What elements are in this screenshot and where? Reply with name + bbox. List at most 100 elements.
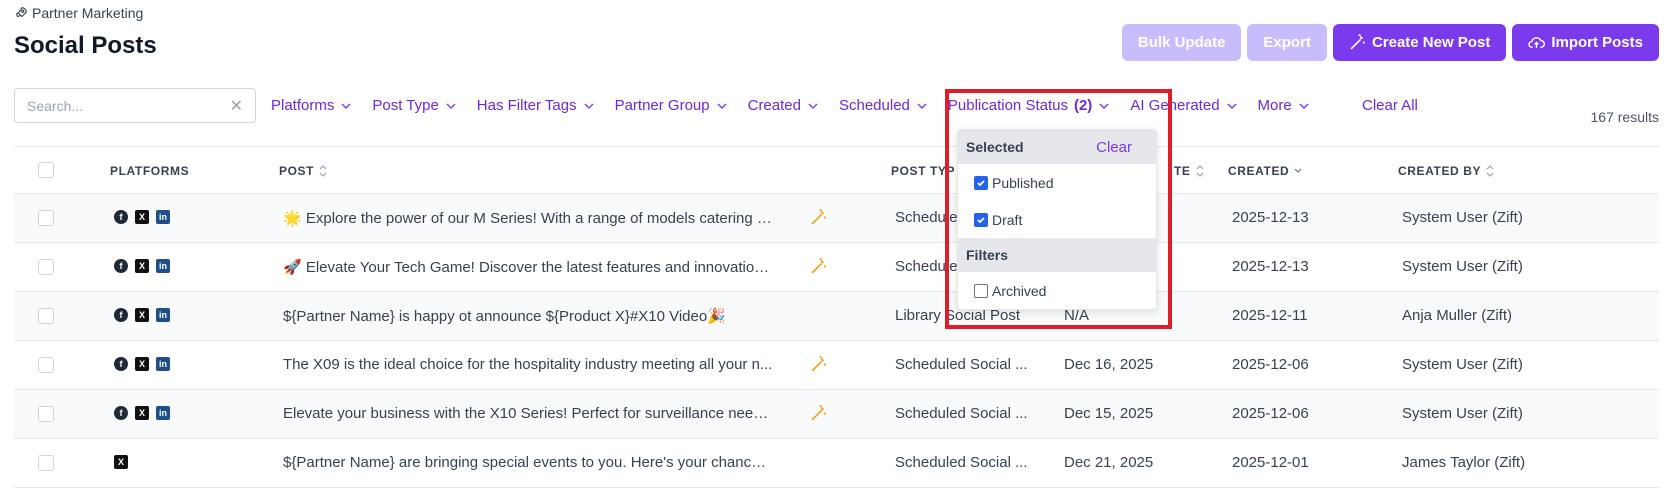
- column-header-platforms: PLATFORMS: [110, 164, 189, 178]
- ai-generated-icon: [811, 258, 826, 274]
- post-text[interactable]: 🚀 Elevate Your Tech Game! Discover the l…: [283, 258, 773, 276]
- table-row[interactable]: f Xin ${Partner Name} is happy ot announce…: [14, 292, 1659, 341]
- post-type: Scheduled Social ...: [895, 356, 1028, 373]
- platform-icons: X: [114, 455, 128, 469]
- filter-created[interactable]: Created: [748, 97, 819, 114]
- facebook-icon: f: [114, 406, 128, 420]
- action-bar: Bulk Update Export Create New Post Impor…: [1121, 24, 1659, 61]
- search-input[interactable]: [27, 97, 230, 114]
- create-new-post-button[interactable]: Create New Post: [1332, 24, 1507, 61]
- search-box: ✕: [14, 88, 256, 123]
- platform-icons: f Xin: [114, 259, 170, 273]
- created-date: 2025-12-13: [1232, 209, 1309, 226]
- table-row[interactable]: f Xin The X09 is the ideal choice for the …: [14, 341, 1659, 390]
- facebook-icon: f: [114, 259, 128, 273]
- platform-icons: f Xin: [114, 406, 170, 420]
- row-checkbox[interactable]: [38, 455, 54, 471]
- chevron-down-icon: [717, 103, 727, 109]
- created-by: System User (Zift): [1402, 356, 1523, 373]
- created-date: 2025-12-06: [1232, 405, 1309, 422]
- post-type: Scheduled Social ...: [895, 454, 1028, 471]
- row-checkbox[interactable]: [38, 308, 54, 324]
- filter-post-type[interactable]: Post Type: [372, 97, 456, 114]
- clear-all-filters-link[interactable]: Clear All: [1362, 97, 1418, 114]
- ai-generated-icon: [811, 209, 826, 225]
- column-header-created[interactable]: CREATED: [1228, 164, 1303, 178]
- chevron-down-icon: [1294, 168, 1302, 173]
- cloud-upload-icon: [1528, 37, 1546, 49]
- created-date: 2025-12-01: [1232, 454, 1309, 471]
- x-twitter-icon: X: [135, 259, 149, 273]
- scheduled-date: Dec 21, 2025: [1064, 454, 1154, 471]
- table-header: PLATFORMS POST POST TYP TE CREATED CREAT…: [14, 146, 1659, 194]
- post-type: Scheduled Social ...: [895, 405, 1028, 422]
- filter-partner-group[interactable]: Partner Group: [615, 97, 728, 114]
- filter-label: More: [1257, 97, 1292, 114]
- row-checkbox[interactable]: [38, 210, 54, 226]
- clear-search-icon[interactable]: ✕: [230, 96, 243, 116]
- facebook-icon: f: [114, 308, 128, 322]
- linkedin-icon: in: [156, 259, 170, 273]
- table-body: f Xin 🌟 Explore the power of our M Series!…: [14, 194, 1659, 488]
- row-checkbox[interactable]: [38, 406, 54, 422]
- chevron-down-icon: [341, 103, 351, 109]
- column-header-created-by[interactable]: CREATED BY: [1398, 164, 1495, 178]
- select-all-checkbox[interactable]: [38, 162, 54, 178]
- created-date: 2025-12-11: [1232, 307, 1308, 324]
- column-header-scheduled-date[interactable]: TE: [1174, 164, 1205, 178]
- filter-label: Created: [747, 97, 801, 114]
- column-header-post[interactable]: POST: [279, 164, 328, 178]
- filter-label: Post Type: [372, 97, 439, 114]
- chevron-down-icon: [1227, 103, 1237, 109]
- scheduled-date: Dec 15, 2025: [1064, 405, 1154, 422]
- sort-icon: [1196, 165, 1203, 177]
- platform-icons: f Xin: [114, 357, 170, 371]
- table-row[interactable]: f Xin 🚀 Elevate Your Tech Game! Discover t…: [14, 243, 1659, 292]
- filter-has-filter-tags[interactable]: Has Filter Tags: [477, 97, 595, 114]
- chevron-down-icon: [1299, 103, 1309, 109]
- x-twitter-icon: X: [135, 210, 149, 224]
- platform-icons: f Xin: [114, 210, 170, 224]
- filter-platforms[interactable]: Platforms: [271, 97, 352, 114]
- sort-icon: [1486, 165, 1494, 177]
- breadcrumb-label: Partner Marketing: [32, 5, 144, 21]
- filter-label: Partner Group: [614, 97, 710, 114]
- scheduled-date: Dec 16, 2025: [1064, 356, 1154, 373]
- post-text[interactable]: 🌟 Explore the power of our M Series! Wit…: [283, 209, 773, 227]
- column-label: CREATED: [1228, 164, 1290, 178]
- x-twitter-icon: X: [114, 455, 128, 469]
- page-title: Social Posts: [14, 32, 157, 59]
- import-posts-button[interactable]: Import Posts: [1512, 24, 1659, 61]
- column-label: TE: [1174, 164, 1191, 178]
- bulk-update-button[interactable]: Bulk Update: [1121, 24, 1242, 61]
- row-checkbox[interactable]: [38, 357, 54, 373]
- filter-label: Platforms: [271, 97, 335, 114]
- breadcrumb[interactable]: Partner Marketing: [14, 5, 143, 21]
- table-row[interactable]: f Xin 🌟 Explore the power of our M Series!…: [14, 194, 1659, 243]
- filter-scheduled[interactable]: Scheduled: [839, 97, 928, 114]
- table-row[interactable]: X ${Partner Name} are bringing special ev…: [14, 439, 1659, 488]
- linkedin-icon: in: [156, 308, 170, 322]
- linkedin-icon: in: [156, 357, 170, 371]
- post-text[interactable]: ${Partner Name} are bringing special eve…: [283, 454, 773, 471]
- create-new-post-label: Create New Post: [1371, 34, 1491, 51]
- column-label: CREATED BY: [1398, 164, 1482, 178]
- created-by: James Taylor (Zift): [1402, 454, 1526, 471]
- filter-label: Has Filter Tags: [476, 97, 577, 114]
- filter-label: Scheduled: [838, 97, 910, 114]
- table-row[interactable]: f Xin Elevate your business with the X10 S…: [14, 390, 1659, 439]
- row-checkbox[interactable]: [38, 259, 54, 275]
- post-text[interactable]: ${Partner Name} is happy ot announce ${P…: [283, 307, 773, 325]
- export-button[interactable]: Export: [1247, 24, 1327, 61]
- linkedin-icon: in: [156, 210, 170, 224]
- linkedin-icon: in: [156, 406, 170, 420]
- post-text[interactable]: The X09 is the ideal choice for the hosp…: [283, 356, 773, 373]
- created-date: 2025-12-13: [1232, 258, 1309, 275]
- post-text[interactable]: Elevate your business with the X10 Serie…: [283, 405, 773, 422]
- sort-icon: [319, 165, 327, 177]
- filter-more[interactable]: More: [1258, 97, 1310, 114]
- posts-table: PLATFORMS POST POST TYP TE CREATED CREAT…: [14, 146, 1659, 488]
- facebook-icon: f: [114, 357, 128, 371]
- ai-generated-icon: [811, 356, 826, 372]
- results-count: 167 results: [1590, 109, 1659, 125]
